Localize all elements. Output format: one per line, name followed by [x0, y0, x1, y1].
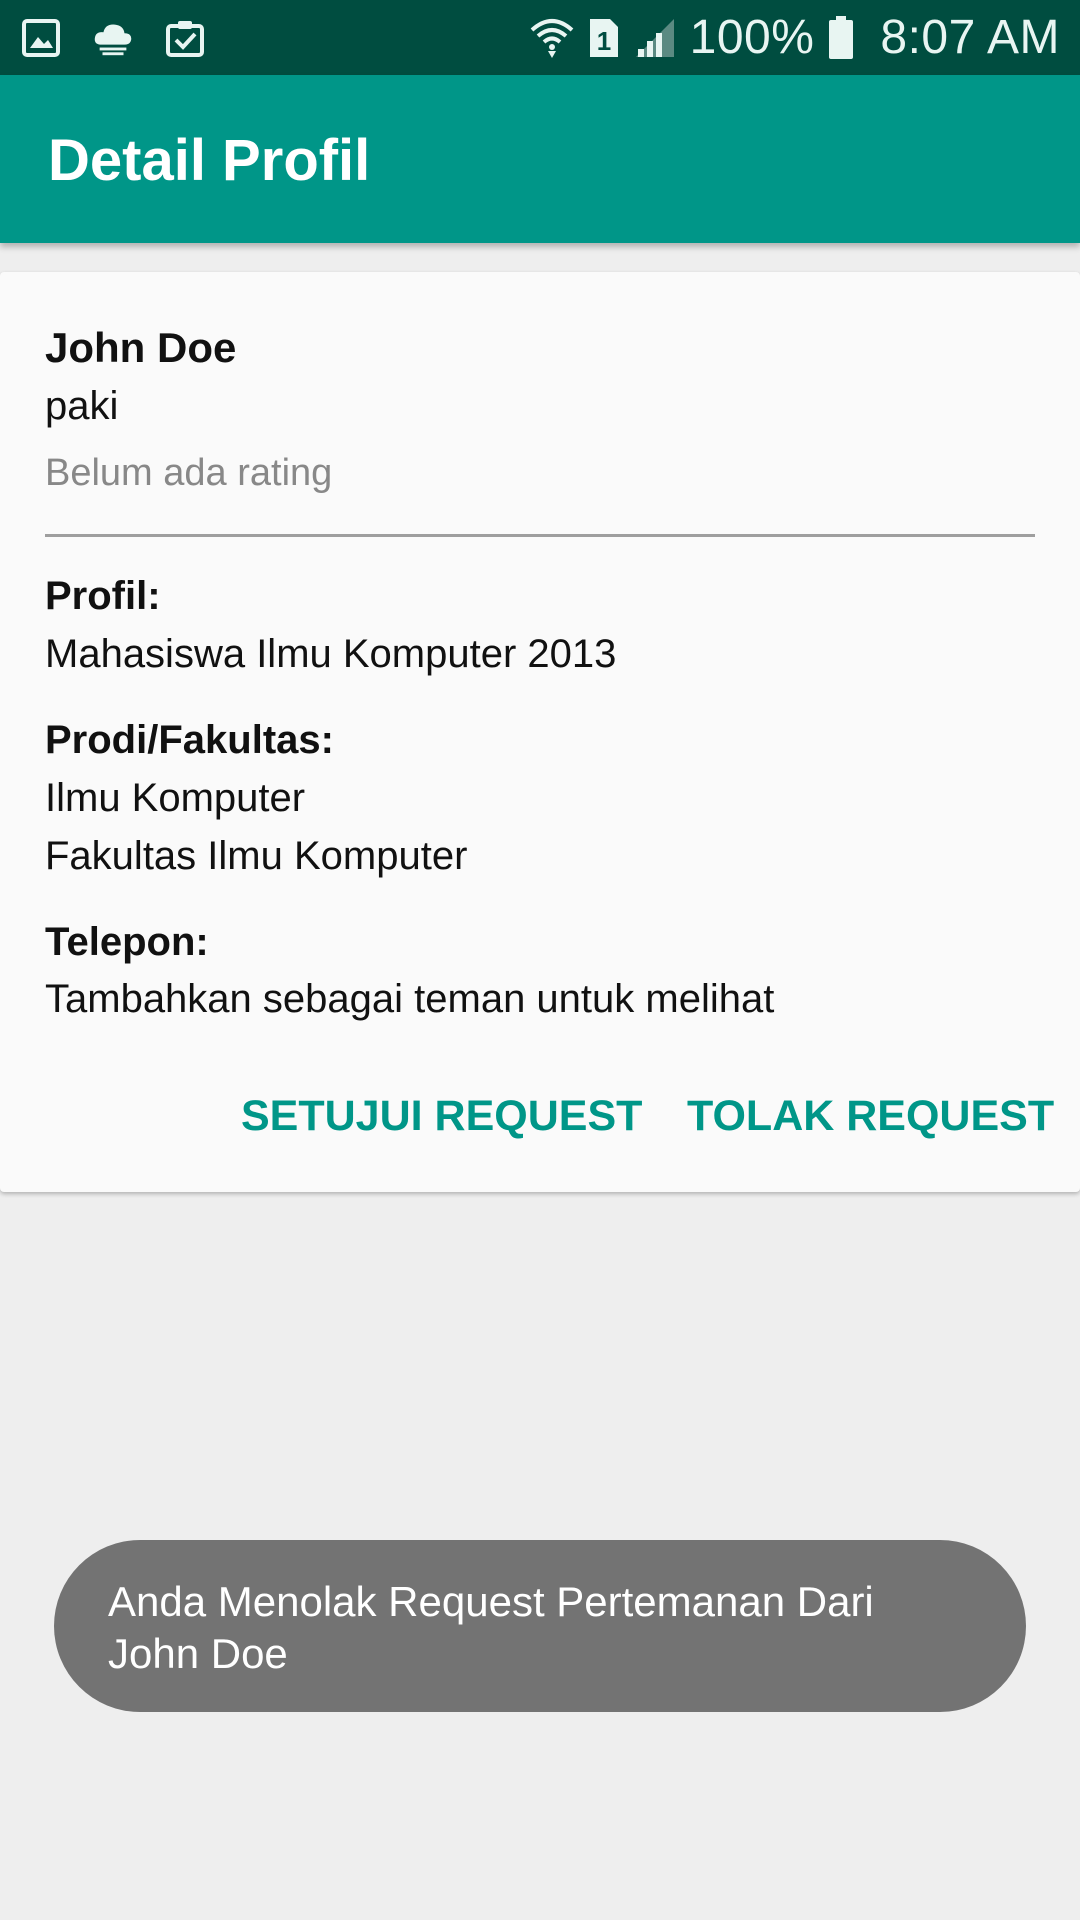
profile-username: paki	[45, 384, 119, 428]
clipboard-check-icon	[164, 17, 206, 59]
profile-card: John Doe paki Belum ada rating Profil: M…	[0, 272, 1080, 1192]
svg-text:1: 1	[596, 26, 610, 56]
toast-message: Anda Menolak Request Pertemanan Dari Joh…	[54, 1540, 1026, 1712]
rating-text: Belum ada rating	[45, 452, 333, 494]
profile-name: John Doe	[45, 324, 237, 371]
prodi-value: Ilmu Komputer	[45, 776, 306, 820]
profil-value: Mahasiswa Ilmu Komputer 2013	[45, 632, 617, 676]
signal-icon	[634, 15, 676, 61]
status-bar: 1 100% 8:07 AM	[0, 0, 1080, 75]
page-title: Detail Profil	[48, 128, 371, 193]
sim-icon: 1	[588, 15, 620, 61]
approve-request-button[interactable]: SETUJUI REQUEST	[241, 1092, 642, 1141]
telepon-value: Tambahkan sebagai teman untuk melihat	[45, 977, 775, 1021]
profil-label: Profil:	[45, 574, 161, 618]
battery-percent: 100%	[689, 11, 815, 64]
prodi-label: Prodi/Fakultas:	[45, 718, 334, 762]
fakultas-value: Fakultas Ilmu Komputer	[45, 834, 468, 878]
divider	[45, 534, 1035, 537]
app-bar: Detail Profil	[0, 75, 1080, 243]
system-icons: 1 100% 8:07 AM	[516, 10, 1060, 65]
notification-icons	[20, 17, 236, 59]
clock: 8:07 AM	[880, 11, 1060, 64]
gallery-icon	[20, 17, 62, 59]
battery-icon	[828, 15, 854, 61]
reject-request-button[interactable]: TOLAK REQUEST	[687, 1092, 1054, 1141]
telepon-label: Telepon:	[45, 920, 209, 964]
wifi-icon	[530, 15, 574, 61]
cloud-icon	[92, 17, 134, 59]
